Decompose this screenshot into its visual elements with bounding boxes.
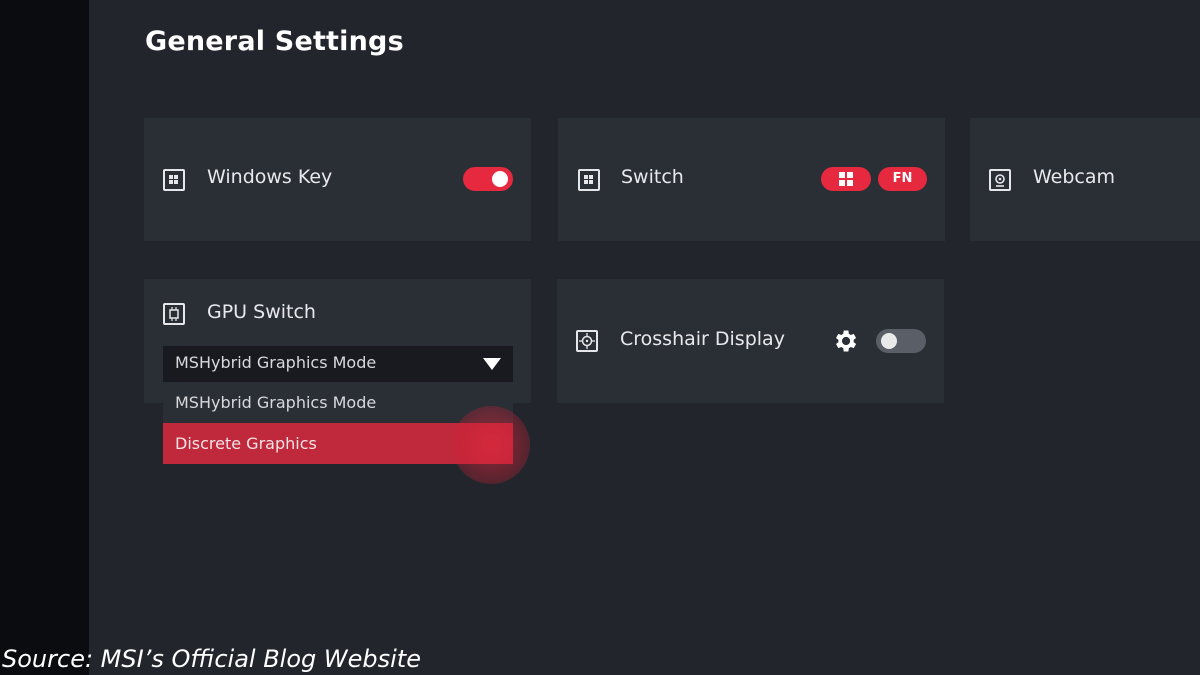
gpu-option-mshybrid[interactable]: MSHybrid Graphics Mode [163, 382, 513, 423]
webcam-icon [989, 169, 1011, 191]
gpu-mode-selected-value: MSHybrid Graphics Mode [175, 353, 377, 372]
webcam-label: Webcam [1033, 166, 1116, 188]
gpu-mode-select[interactable]: MSHybrid Graphics Mode [163, 346, 513, 382]
card-switch: Switch FN [558, 118, 945, 241]
gear-icon[interactable] [831, 327, 859, 355]
switch-fn-button[interactable]: FN [878, 167, 927, 191]
card-crosshair-display: Crosshair Display [557, 279, 944, 403]
sidebar [0, 0, 89, 675]
page-title: General Settings [145, 26, 404, 57]
card-webcam: Webcam [970, 118, 1200, 241]
caret-down-icon [483, 358, 501, 370]
crosshair-display-label: Crosshair Display [620, 328, 785, 350]
windows-logo-icon [163, 169, 185, 191]
crosshair-icon [576, 330, 598, 352]
gpu-chip-icon [163, 303, 185, 325]
app-root: General Settings Windows Key Switch FN W… [0, 0, 1200, 675]
switch-windows-button[interactable] [821, 167, 871, 191]
source-caption: Source: MSI’s Official Blog Website [2, 645, 421, 673]
windows-key-label: Windows Key [207, 166, 333, 188]
switch-label: Switch [621, 166, 684, 188]
click-indicator [452, 406, 530, 484]
windows-logo-icon [839, 172, 853, 186]
crosshair-display-toggle[interactable] [876, 329, 926, 353]
windows-key-toggle[interactable] [463, 167, 513, 191]
card-windows-key: Windows Key [144, 118, 531, 241]
gpu-switch-label: GPU Switch [207, 301, 316, 323]
windows-logo-icon [578, 169, 600, 191]
toggle-knob [881, 333, 897, 349]
toggle-knob [492, 171, 508, 187]
